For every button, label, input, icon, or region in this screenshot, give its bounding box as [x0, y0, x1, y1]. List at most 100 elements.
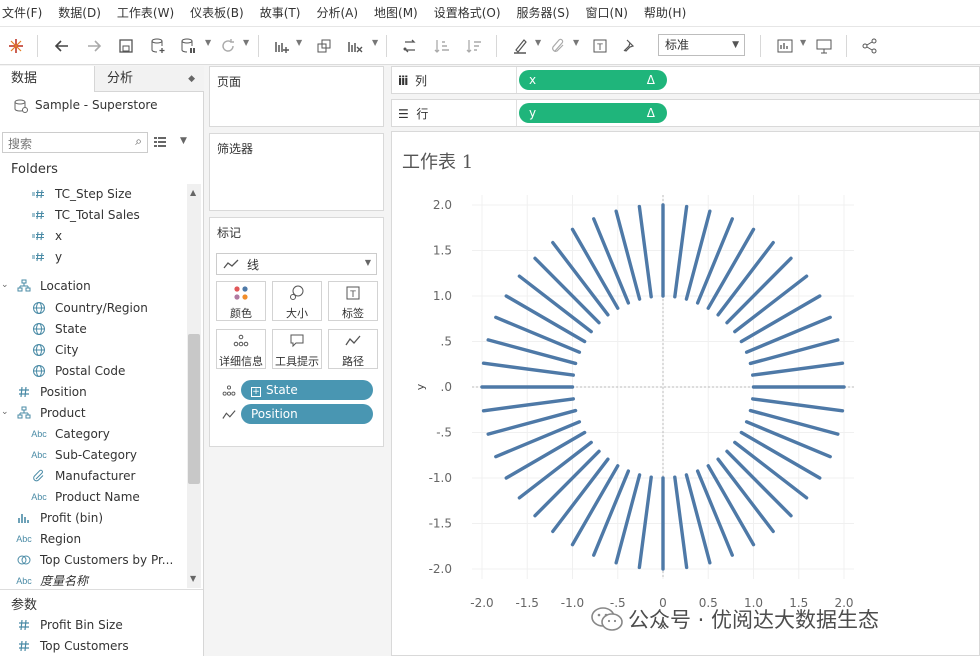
- field-item[interactable]: Abc Region: [0, 529, 186, 549]
- refresh-icon[interactable]: [216, 34, 240, 58]
- field-item[interactable]: y: [0, 247, 186, 267]
- mark-button-label: 路径: [342, 355, 364, 368]
- field-item[interactable]: Postal Code: [0, 361, 186, 381]
- menu-item[interactable]: 窗口(N): [578, 0, 636, 27]
- pages-card[interactable]: 页面: [209, 66, 384, 127]
- parameter-item[interactable]: Top Customers: [0, 636, 186, 656]
- field-item[interactable]: City: [0, 340, 186, 360]
- menu-item[interactable]: 设置格式(O): [426, 0, 509, 27]
- scrollbar-thumb[interactable]: [188, 334, 200, 484]
- field-item[interactable]: TC_Total Sales: [0, 205, 186, 225]
- rows-shelf[interactable]: ☰ 行 y Δ: [391, 99, 980, 127]
- collapse-chevron-icon[interactable]: ⌄: [1, 280, 9, 290]
- field-item[interactable]: Abc Sub-Category: [0, 445, 186, 465]
- field-item[interactable]: Profit (bin): [0, 508, 186, 528]
- path-encoding-icon: [222, 407, 238, 421]
- folders-header: Folders: [11, 162, 58, 177]
- highlight-icon[interactable]: [508, 34, 532, 58]
- tab-toggle-icon[interactable]: ◆: [188, 66, 195, 92]
- field-list-scrollbar[interactable]: ▲ ▼: [187, 184, 201, 588]
- pause-datasource-icon[interactable]: [176, 34, 200, 58]
- back-icon[interactable]: [50, 34, 74, 58]
- show-cards-icon[interactable]: [773, 34, 797, 58]
- view-list-icon[interactable]: [153, 134, 167, 148]
- rows-pill-y[interactable]: y Δ: [519, 103, 667, 123]
- sort-ascending-icon[interactable]: [430, 34, 454, 58]
- tab-data[interactable]: 数据: [0, 66, 94, 92]
- rows-pill-label: y: [529, 106, 537, 120]
- menu-item[interactable]: 故事(T): [252, 0, 309, 27]
- menu-item[interactable]: 工作表(W): [109, 0, 182, 27]
- menu-item[interactable]: 地图(M): [366, 0, 426, 27]
- share-icon[interactable]: [858, 34, 882, 58]
- filters-card[interactable]: 筛选器: [209, 133, 384, 211]
- tableau-logo-icon[interactable]: [4, 34, 28, 58]
- menu-item[interactable]: 文件(F): [0, 0, 50, 27]
- field-item[interactable]: Top Customers by Pr...: [0, 550, 186, 570]
- mark-type-select[interactable]: 线 ▼: [216, 253, 377, 275]
- fix-axes-icon[interactable]: [617, 34, 641, 58]
- menu-item[interactable]: 数据(D): [50, 0, 109, 27]
- radial-line-mark[interactable]: [673, 204, 689, 299]
- datasource-name[interactable]: Sample - Superstore: [35, 98, 157, 112]
- field-item[interactable]: ⌄ Location: [0, 276, 186, 296]
- detail-button[interactable]: 详细信息: [216, 329, 266, 369]
- fit-select[interactable]: 标准 ▼: [658, 34, 745, 56]
- color-button[interactable]: 颜色: [216, 281, 266, 321]
- field-label: State: [55, 322, 87, 336]
- field-item[interactable]: Country/Region: [0, 298, 186, 318]
- radial-line-mark[interactable]: [751, 397, 845, 413]
- field-item[interactable]: x: [0, 226, 186, 246]
- field-item[interactable]: TC_Step Size: [0, 184, 186, 204]
- radial-line-mark[interactable]: [481, 361, 575, 377]
- fit-select-value: 标准: [665, 38, 690, 52]
- show-mark-labels-icon[interactable]: T: [588, 34, 612, 58]
- size-button[interactable]: 大小: [272, 281, 322, 321]
- field-item[interactable]: Abc Category: [0, 424, 186, 444]
- tab-analysis[interactable]: 分析 ◆: [94, 66, 204, 92]
- menu-item[interactable]: 分析(A): [308, 0, 366, 27]
- columns-shelf[interactable]: iii 列 x Δ: [391, 66, 980, 94]
- tooltip-button[interactable]: 工具提示: [272, 329, 322, 369]
- forward-icon[interactable]: [82, 34, 106, 58]
- parameter-item[interactable]: Profit Bin Size: [0, 615, 186, 635]
- clear-sheet-icon[interactable]: [343, 34, 367, 58]
- field-label: TC_Total Sales: [55, 208, 140, 222]
- field-item[interactable]: Abc Product Name: [0, 487, 186, 507]
- radial-line-mark[interactable]: [481, 397, 575, 413]
- menu-item[interactable]: 仪表板(B): [182, 0, 252, 27]
- mark-pill[interactable]: Position: [241, 404, 373, 424]
- collapse-chevron-icon[interactable]: ⌄: [1, 407, 9, 417]
- menu-item[interactable]: 帮助(H): [636, 0, 694, 27]
- radial-line-mark[interactable]: [673, 475, 689, 570]
- field-menu-icon[interactable]: ▼: [180, 136, 187, 146]
- field-item[interactable]: State: [0, 319, 186, 339]
- rows-icon: ☰: [398, 107, 409, 121]
- new-datasource-icon[interactable]: [146, 34, 170, 58]
- field-item[interactable]: Position: [0, 382, 186, 402]
- field-item[interactable]: Abc 度量名称: [0, 571, 186, 591]
- mark-pill[interactable]: + State: [241, 380, 373, 400]
- radial-line-chart[interactable]: 2.0 1.5 1.0 .5 .0 -.5 -1.0 -1.5 -2.0 -2.0 -1.5 -1.0…: [392, 132, 979, 655]
- new-worksheet-icon[interactable]: [270, 34, 294, 58]
- presentation-mode-icon[interactable]: [812, 34, 836, 58]
- path-button[interactable]: 路径: [328, 329, 378, 369]
- radial-line-mark[interactable]: [637, 204, 653, 299]
- menu-item[interactable]: 服务器(S): [509, 0, 578, 27]
- field-item[interactable]: Manufacturer: [0, 466, 186, 486]
- columns-pill-x[interactable]: x Δ: [519, 70, 667, 90]
- parameter-icon: [15, 618, 33, 632]
- sort-descending-icon[interactable]: [462, 34, 486, 58]
- label-button[interactable]: T 标签: [328, 281, 378, 321]
- radial-line-mark[interactable]: [637, 475, 653, 570]
- search-box[interactable]: ⌕: [2, 132, 148, 154]
- group-members-icon[interactable]: [546, 34, 570, 58]
- field-item[interactable]: ⌄ Product: [0, 403, 186, 423]
- expand-plus-icon[interactable]: +: [251, 387, 261, 397]
- field-label: Product: [40, 406, 86, 420]
- duplicate-sheet-icon[interactable]: [312, 34, 336, 58]
- search-input[interactable]: [3, 134, 123, 154]
- swap-rows-columns-icon[interactable]: [398, 34, 422, 58]
- save-icon[interactable]: [114, 34, 138, 58]
- radial-line-mark[interactable]: [751, 361, 845, 377]
